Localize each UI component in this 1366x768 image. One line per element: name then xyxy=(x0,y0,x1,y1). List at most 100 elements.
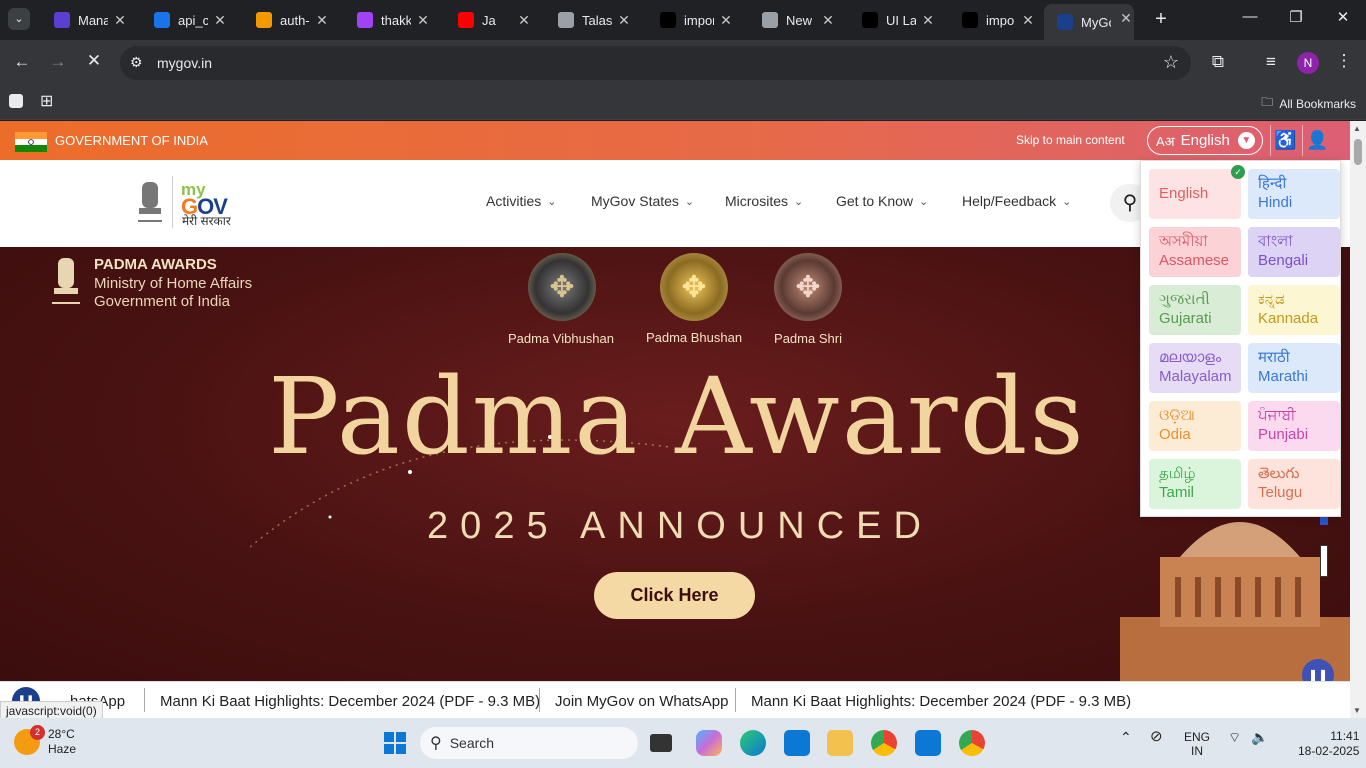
browser-tab[interactable]: Talasa✕ xyxy=(550,6,632,34)
restore-icon[interactable]: ❐ xyxy=(1284,8,1308,26)
skip-to-main-link[interactable]: Skip to main content xyxy=(1016,133,1125,147)
new-tab-button[interactable]: + xyxy=(1149,8,1173,31)
tab-search-icon[interactable]: ⌄ xyxy=(8,8,30,30)
chrome-profile-icon[interactable] xyxy=(959,730,985,756)
task-view-icon[interactable] xyxy=(650,734,672,752)
browser-tab[interactable]: Mana ✕ xyxy=(46,6,128,34)
scroll-down-icon[interactable]: ▼ xyxy=(1353,706,1361,715)
menu-mygov-states[interactable]: MyGov States ⌄ xyxy=(591,193,694,209)
browser-tab[interactable]: New ✕ xyxy=(754,6,836,34)
language-native-label: ਪੰਜਾਬੀ xyxy=(1258,407,1296,424)
address-bar[interactable]: ⚙ mygov.in ☆ xyxy=(120,46,1191,80)
input-language[interactable]: ENG IN xyxy=(1184,730,1210,758)
media-control-icon[interactable]: ≡ xyxy=(1259,52,1283,72)
stop-loading-icon[interactable]: ✕ xyxy=(82,51,106,71)
back-icon[interactable]: ← xyxy=(10,52,34,72)
language-option-hindi[interactable]: हिन्दी Hindi xyxy=(1248,169,1340,219)
chevron-down-icon: ⌄ xyxy=(547,195,557,208)
gov-topbar: GOVERNMENT OF INDIA Skip to main content… xyxy=(0,121,1350,160)
windows-start-icon[interactable] xyxy=(384,732,406,754)
language-option-bengali[interactable]: বাংলা Bengali xyxy=(1248,227,1340,277)
add-user-icon[interactable]: 👤 xyxy=(1302,125,1332,156)
edge-icon[interactable] xyxy=(740,730,766,756)
language-option-assamese[interactable]: অসমীয়া Assamese xyxy=(1149,227,1241,277)
language-english-label: Odia xyxy=(1159,426,1191,443)
click-here-button[interactable]: Click Here xyxy=(594,572,755,619)
menu-get-to-know[interactable]: Get to Know ⌄ xyxy=(836,193,928,209)
language-option-marathi[interactable]: मराठी Marathi xyxy=(1248,343,1340,393)
close-tab-icon[interactable]: ✕ xyxy=(112,12,128,28)
close-tab-icon[interactable]: ✕ xyxy=(212,12,228,28)
language-option-gujarati[interactable]: ગુજરાતી Gujarati xyxy=(1149,285,1241,335)
forward-icon[interactable]: → xyxy=(46,52,70,72)
browser-tab[interactable]: Ja ✕ xyxy=(450,6,532,34)
close-tab-icon[interactable]: ✕ xyxy=(616,12,632,28)
menu-kebab-icon[interactable]: ⋮ xyxy=(1332,51,1356,71)
menu-microsites[interactable]: Microsites ⌄ xyxy=(725,193,803,209)
ticker-item[interactable]: Join MyGov on WhatsApp xyxy=(555,693,728,710)
close-tab-icon[interactable]: ✕ xyxy=(1118,10,1134,26)
page-scrollbar[interactable]: ▲ ▼ xyxy=(1350,121,1366,718)
close-tab-icon[interactable]: ✕ xyxy=(920,12,936,28)
chevron-down-icon: ⌄ xyxy=(794,195,804,208)
weather-widget[interactable]: 2 28°C Haze xyxy=(14,725,76,757)
browser-tab[interactable]: auth- ✕ xyxy=(248,6,330,34)
chrome-icon[interactable] xyxy=(871,730,897,756)
language-option-tamil[interactable]: தமிழ் Tamil xyxy=(1149,459,1241,509)
ticker-item[interactable]: Mann Ki Baat Highlights: December 2024 (… xyxy=(160,693,540,710)
scroll-up-icon[interactable]: ▲ xyxy=(1353,124,1361,133)
system-clock[interactable]: 11:41 18-02-2025 xyxy=(1298,729,1359,759)
scrollbar-thumb[interactable] xyxy=(1354,139,1362,165)
copilot-icon[interactable] xyxy=(696,730,722,756)
hero-subheadline: 2025 ANNOUNCED xyxy=(427,505,933,547)
close-tab-icon[interactable]: ✕ xyxy=(314,12,330,28)
browser-tab[interactable]: thakk ✕ xyxy=(349,6,431,34)
volume-icon[interactable]: 🔈 xyxy=(1251,730,1268,744)
file-explorer-icon[interactable] xyxy=(827,730,853,756)
tray-expand-icon[interactable]: ⌃ xyxy=(1120,730,1132,744)
language-option-telugu[interactable]: తెలుగు Telugu xyxy=(1248,459,1340,509)
wifi-icon[interactable]: ⌔ xyxy=(1228,730,1241,744)
ticker-item[interactable]: Mann Ki Baat Highlights: December 2024 (… xyxy=(751,693,1131,710)
hero-headline: Padma Awards xyxy=(268,355,1086,478)
profile-avatar[interactable]: N xyxy=(1297,52,1319,74)
language-option-kannada[interactable]: ಕನ್ನಡ Kannada xyxy=(1248,285,1340,335)
close-tab-icon[interactable]: ✕ xyxy=(718,12,734,28)
language-option-punjabi[interactable]: ਪੰਜਾਬੀ Punjabi xyxy=(1248,401,1340,451)
menu-help-feedback[interactable]: Help/Feedback ⌄ xyxy=(962,193,1071,209)
vscode-icon[interactable] xyxy=(915,730,941,756)
site-info-icon[interactable]: ⚙ xyxy=(130,54,143,71)
government-label: Government of India xyxy=(94,293,230,310)
lang-code: ENG xyxy=(1184,730,1211,744)
close-tab-icon[interactable]: ✕ xyxy=(1020,12,1036,28)
network-off-icon[interactable]: ⊘ xyxy=(1150,729,1163,744)
ticker-separator xyxy=(144,688,145,712)
browser-tab[interactable]: UI La ✕ xyxy=(854,6,936,34)
browser-tab[interactable]: MyGo ✕ xyxy=(1044,4,1134,40)
browser-tab[interactable]: api_c ✕ xyxy=(146,6,228,34)
minimize-icon[interactable]: — xyxy=(1238,8,1262,25)
language-selector-label: English xyxy=(1180,132,1230,149)
close-tab-icon[interactable]: ✕ xyxy=(516,12,532,28)
language-selector-button[interactable]: Aअ English ▼ xyxy=(1147,126,1263,155)
accessibility-icon[interactable]: ♿ xyxy=(1270,125,1300,156)
apps-grid-icon[interactable]: ⊞ xyxy=(40,91,53,111)
menu-activities[interactable]: Activities ⌄ xyxy=(486,193,556,209)
browser-tab[interactable]: impor ✕ xyxy=(652,6,734,34)
language-option-english[interactable]: English ✓ xyxy=(1149,165,1245,219)
close-tab-icon[interactable]: ✕ xyxy=(415,12,431,28)
language-option-odia[interactable]: ଓଡ଼ିଆ Odia xyxy=(1149,401,1241,451)
ladder-icon xyxy=(256,12,272,28)
store-icon[interactable] xyxy=(784,730,810,756)
close-tab-icon[interactable]: ✕ xyxy=(820,12,836,28)
tab-groups-icon[interactable] xyxy=(9,94,23,108)
close-window-icon[interactable]: ✕ xyxy=(1331,8,1355,26)
browser-tab[interactable]: impo ✕ xyxy=(954,6,1036,34)
extensions-icon[interactable]: ⧉ xyxy=(1206,52,1230,72)
bookmark-star-icon[interactable]: ☆ xyxy=(1163,52,1179,73)
all-bookmarks-button[interactable]: 🗀 All Bookmarks xyxy=(1261,93,1356,114)
taskbar-search[interactable]: ⚲ Search xyxy=(420,727,638,759)
language-option-malayalam[interactable]: മലയാളം Malayalam xyxy=(1149,343,1241,393)
url-text[interactable]: mygov.in xyxy=(157,55,212,71)
tab-title: impo xyxy=(986,12,1015,28)
